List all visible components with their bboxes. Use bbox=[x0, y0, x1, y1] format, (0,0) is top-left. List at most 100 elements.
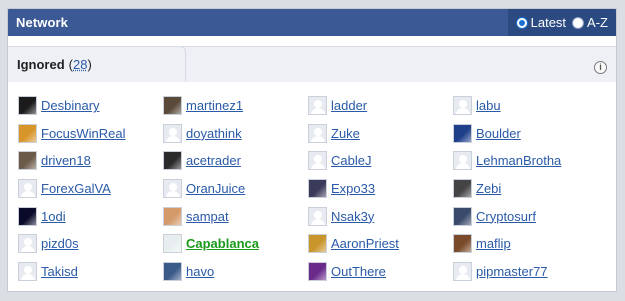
user-avatar-icon[interactable] bbox=[453, 206, 472, 226]
username-link[interactable]: FocusWinReal bbox=[41, 126, 126, 141]
sort-az-radio[interactable] bbox=[572, 16, 585, 29]
username-link[interactable]: Zebi bbox=[476, 181, 501, 196]
user-avatar-icon[interactable] bbox=[308, 179, 327, 199]
user-item[interactable]: maflip bbox=[453, 230, 598, 258]
user-avatar-icon[interactable] bbox=[163, 234, 182, 254]
username-link[interactable]: Desbinary bbox=[41, 98, 100, 113]
user-item[interactable]: sampat bbox=[163, 202, 308, 230]
user-item[interactable]: OranJuice bbox=[163, 175, 308, 203]
user-item[interactable]: Capablanca bbox=[163, 230, 308, 258]
username-link[interactable]: doyathink bbox=[186, 126, 242, 141]
username-link[interactable]: Capablanca bbox=[186, 236, 259, 251]
username-link[interactable]: OranJuice bbox=[186, 181, 245, 196]
username-link[interactable]: Cryptosurf bbox=[476, 209, 536, 224]
user-item[interactable]: Nsak3y bbox=[308, 202, 453, 230]
username-link[interactable]: acetrader bbox=[186, 153, 241, 168]
sort-az-label: A-Z bbox=[587, 15, 608, 30]
user-item[interactable]: ladder bbox=[308, 92, 453, 120]
network-header: Network Latest A-Z bbox=[8, 9, 616, 36]
username-link[interactable]: AaronPriest bbox=[331, 236, 399, 251]
user-item[interactable]: FocusWinReal bbox=[18, 120, 163, 148]
username-link[interactable]: CableJ bbox=[331, 153, 371, 168]
sort-latest-label: Latest bbox=[530, 15, 567, 30]
username-link[interactable]: driven18 bbox=[41, 153, 91, 168]
user-avatar-icon[interactable] bbox=[453, 179, 472, 199]
default-avatar-icon[interactable] bbox=[308, 151, 327, 171]
tab-strip: Ignored (28) i bbox=[8, 36, 616, 82]
user-item[interactable]: OutThere bbox=[308, 258, 453, 286]
ignored-users-grid: Desbinary martinez1 ladder labu FocusWinReal… bbox=[18, 92, 608, 285]
username-link[interactable]: 1odi bbox=[41, 209, 66, 224]
user-item[interactable]: ForexGalVA bbox=[18, 175, 163, 203]
sort-latest-option[interactable]: Latest bbox=[515, 15, 567, 30]
username-link[interactable]: Takisd bbox=[41, 264, 78, 279]
username-link[interactable]: OutThere bbox=[331, 264, 386, 279]
user-item[interactable]: CableJ bbox=[308, 147, 453, 175]
username-link[interactable]: martinez1 bbox=[186, 98, 243, 113]
user-item[interactable]: Takisd bbox=[18, 258, 163, 286]
tab-ignored-count[interactable]: 28 bbox=[73, 57, 87, 72]
username-link[interactable]: Boulder bbox=[476, 126, 521, 141]
default-avatar-icon[interactable] bbox=[18, 179, 37, 199]
user-item[interactable]: Expo33 bbox=[308, 175, 453, 203]
user-item[interactable]: Boulder bbox=[453, 120, 598, 148]
user-item[interactable]: 1odi bbox=[18, 202, 163, 230]
username-link[interactable]: Zuke bbox=[331, 126, 360, 141]
user-item[interactable]: Cryptosurf bbox=[453, 202, 598, 230]
user-item[interactable]: martinez1 bbox=[163, 92, 308, 120]
default-avatar-icon[interactable] bbox=[18, 261, 37, 281]
username-link[interactable]: LehmanBrotha bbox=[476, 153, 561, 168]
user-avatar-icon[interactable] bbox=[18, 206, 37, 226]
sort-options: Latest A-Z bbox=[507, 9, 616, 36]
default-avatar-icon[interactable] bbox=[308, 96, 327, 116]
user-item[interactable]: Zebi bbox=[453, 175, 598, 203]
network-title: Network bbox=[16, 15, 68, 30]
user-avatar-icon[interactable] bbox=[18, 151, 37, 171]
user-avatar-icon[interactable] bbox=[163, 206, 182, 226]
username-link[interactable]: ladder bbox=[331, 98, 367, 113]
user-item[interactable]: pizd0s bbox=[18, 230, 163, 258]
default-avatar-icon[interactable] bbox=[453, 261, 472, 281]
user-avatar-icon[interactable] bbox=[18, 123, 37, 143]
user-item[interactable]: LehmanBrotha bbox=[453, 147, 598, 175]
default-avatar-icon[interactable] bbox=[163, 179, 182, 199]
user-item[interactable]: pipmaster77 bbox=[453, 258, 598, 286]
default-avatar-icon[interactable] bbox=[453, 96, 472, 116]
username-link[interactable]: labu bbox=[476, 98, 501, 113]
user-avatar-icon[interactable] bbox=[308, 261, 327, 281]
user-item[interactable]: Zuke bbox=[308, 120, 453, 148]
user-item[interactable]: Desbinary bbox=[18, 92, 163, 120]
tab-ignored[interactable]: Ignored (28) bbox=[8, 46, 186, 82]
default-avatar-icon[interactable] bbox=[18, 234, 37, 254]
user-avatar-icon[interactable] bbox=[163, 151, 182, 171]
username-link[interactable]: havo bbox=[186, 264, 214, 279]
username-link[interactable]: ForexGalVA bbox=[41, 181, 111, 196]
user-avatar-icon[interactable] bbox=[453, 123, 472, 143]
default-avatar-icon[interactable] bbox=[453, 151, 472, 171]
user-item[interactable]: labu bbox=[453, 92, 598, 120]
username-link[interactable]: maflip bbox=[476, 236, 511, 251]
user-item[interactable]: doyathink bbox=[163, 120, 308, 148]
user-avatar-icon[interactable] bbox=[163, 261, 182, 281]
user-avatar-icon[interactable] bbox=[18, 96, 37, 116]
username-link[interactable]: sampat bbox=[186, 209, 229, 224]
user-avatar-icon[interactable] bbox=[163, 96, 182, 116]
username-link[interactable]: Expo33 bbox=[331, 181, 375, 196]
username-link[interactable]: Nsak3y bbox=[331, 209, 374, 224]
user-item[interactable]: havo bbox=[163, 258, 308, 286]
tab-close-paren: ) bbox=[87, 57, 92, 72]
sort-latest-radio[interactable] bbox=[515, 16, 528, 29]
info-icon[interactable]: i bbox=[594, 61, 607, 74]
user-avatar-icon[interactable] bbox=[308, 234, 327, 254]
sort-az-option[interactable]: A-Z bbox=[572, 15, 608, 30]
default-avatar-icon[interactable] bbox=[163, 123, 182, 143]
user-avatar-icon[interactable] bbox=[453, 234, 472, 254]
user-item[interactable]: AaronPriest bbox=[308, 230, 453, 258]
tab-ignored-count-wrap: (28) bbox=[69, 57, 92, 72]
default-avatar-icon[interactable] bbox=[308, 123, 327, 143]
username-link[interactable]: pipmaster77 bbox=[476, 264, 548, 279]
user-item[interactable]: acetrader bbox=[163, 147, 308, 175]
user-item[interactable]: driven18 bbox=[18, 147, 163, 175]
default-avatar-icon[interactable] bbox=[308, 206, 327, 226]
username-link[interactable]: pizd0s bbox=[41, 236, 79, 251]
